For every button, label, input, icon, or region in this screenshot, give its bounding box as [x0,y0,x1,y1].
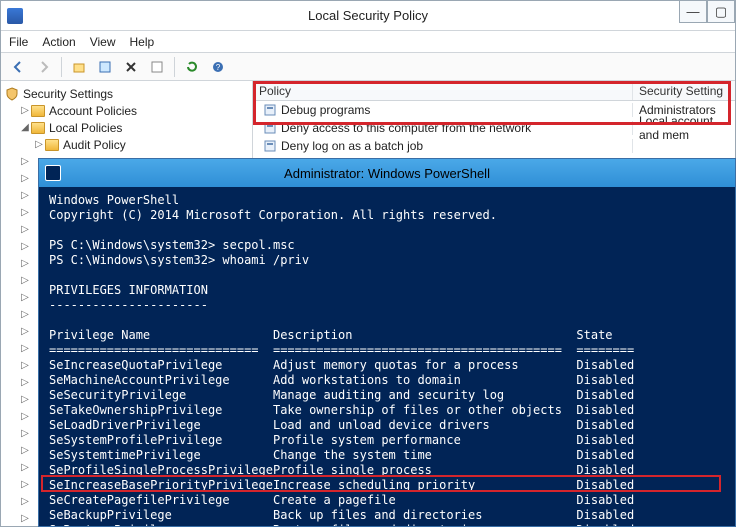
policy-row[interactable]: Deny access to this computer from the ne… [253,119,735,137]
tree-arrow-icon[interactable]: ▷ [19,156,31,167]
up-button[interactable] [68,56,90,78]
tree-arrow-icon[interactable]: ▷ [19,309,31,320]
tree-arrow-icon[interactable]: ▷ [19,411,31,422]
folder-icon [31,122,45,134]
tree-arrow-icon[interactable]: ▷ [19,394,31,405]
ps-title: Administrator: Windows PowerShell [284,166,490,181]
list-header[interactable]: Policy Security Setting [253,81,735,101]
policy-name: Debug programs [281,103,370,117]
tree-arrow-icon[interactable]: ▷ [19,190,31,201]
ps-titlebar[interactable]: Administrator: Windows PowerShell [39,159,735,187]
tree-item-label: Local Policies [49,121,122,135]
minimize-button[interactable]: — [679,1,707,23]
ps-console[interactable]: Windows PowerShell Copyright (C) 2014 Mi… [39,187,735,526]
secpol-toolbar: ? [1,53,735,81]
tree-arrow-icon[interactable]: ▷ [19,462,31,473]
powershell-window: Administrator: Windows PowerShell Window… [38,158,736,527]
tree-arrow-icon[interactable]: ▷ [19,207,31,218]
policy-icon [263,121,277,135]
policy-name: Deny log on as a batch job [281,139,423,153]
secpol-titlebar[interactable]: Local Security Policy — ▢ [1,1,735,31]
policy-icon [263,103,277,117]
svg-text:?: ? [216,63,221,72]
folder-icon [31,105,45,117]
tree-arrow-icon[interactable]: ▷ [19,326,31,337]
tree-item-0[interactable]: ▷ Account Policies [5,102,248,119]
tree-root-label: Security Settings [23,87,113,101]
tree-arrow-icon[interactable]: ▷ [19,513,31,524]
forward-button[interactable] [33,56,55,78]
help-button[interactable]: ? [207,56,229,78]
col-setting[interactable]: Security Setting [633,81,735,100]
highlight-sedebugprivilege [41,475,721,492]
tree-arrow-icon[interactable]: ▷ [19,173,31,184]
properties-button[interactable] [94,56,116,78]
policy-icon [263,139,277,153]
ps-app-icon [45,165,61,181]
toolbar-sep2 [174,57,175,77]
policy-name: Deny access to this computer from the ne… [281,121,531,135]
shield-icon [5,87,19,101]
tree-root[interactable]: Security Settings [5,85,248,102]
policy-setting: Local account and mem [639,114,735,142]
tree-arrow-icon[interactable]: ▷ [19,258,31,269]
menu-file[interactable]: File [9,35,28,49]
secpol-app-icon [7,8,23,24]
tree-arrow-icon[interactable]: ▷ [19,343,31,354]
col-policy[interactable]: Policy [253,81,633,100]
secpol-sysbuttons: — ▢ [679,1,735,23]
tree-arrow-icon[interactable]: ▷ [19,241,31,252]
tree-arrow-icon[interactable]: ▷ [19,428,31,439]
tree-arrow-icon[interactable]: ▷ [19,292,31,303]
folder-icon [45,139,59,151]
menu-view[interactable]: View [90,35,116,49]
secpol-title: Local Security Policy [308,8,428,23]
export-button[interactable] [146,56,168,78]
tree-arrow-icon[interactable]: ▷ [33,139,45,150]
tree-item-1[interactable]: ◢ Local Policies [5,119,248,136]
toolbar-sep [61,57,62,77]
maximize-button[interactable]: ▢ [707,1,735,23]
tree-arrow-icon[interactable]: ▷ [19,377,31,388]
back-button[interactable] [7,56,29,78]
secpol-menubar: File Action View Help [1,31,735,53]
tree-item-2[interactable]: ▷ Audit Policy [5,136,248,153]
tree-arrow-icon[interactable]: ▷ [19,496,31,507]
tree-arrow-icon[interactable]: ▷ [19,445,31,456]
tree-arrow-icon[interactable]: ▷ [19,360,31,371]
tree-item-label: Account Policies [49,104,137,118]
tree-arrow-icon[interactable]: ◢ [19,122,31,133]
menu-help[interactable]: Help [130,35,155,49]
tree-item-label: Audit Policy [63,138,126,152]
tree-arrow-icon[interactable]: ▷ [19,105,31,116]
refresh-button[interactable] [181,56,203,78]
tree-arrow-icon[interactable]: ▷ [19,275,31,286]
tree-arrow-icon[interactable]: ▷ [19,479,31,490]
tree-arrow-icon[interactable]: ▷ [19,224,31,235]
menu-action[interactable]: Action [42,35,75,49]
delete-button[interactable] [120,56,142,78]
